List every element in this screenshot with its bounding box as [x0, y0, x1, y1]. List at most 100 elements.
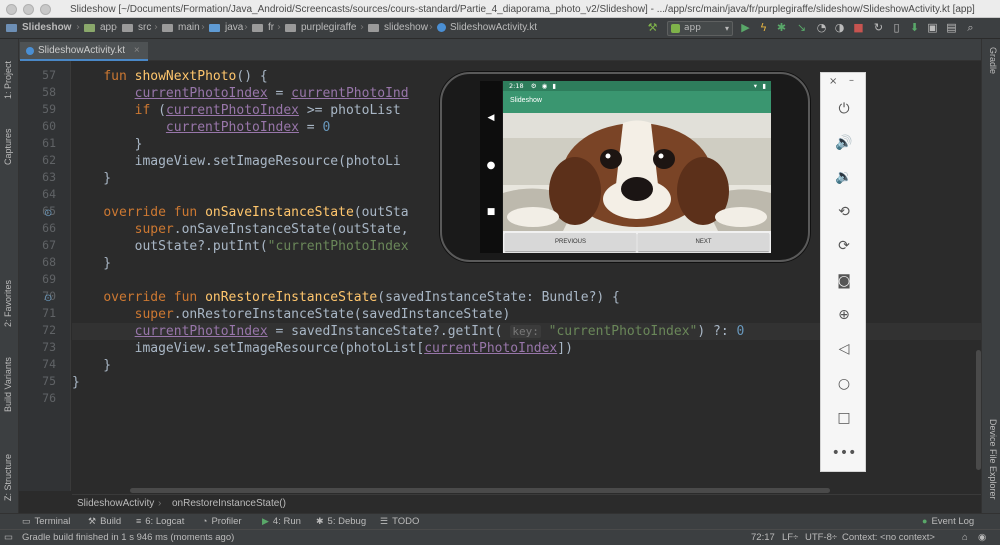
debug-tool-button[interactable]: ✱ 5: Debug: [316, 516, 366, 527]
debug-icon: ✱: [316, 516, 324, 526]
stop-icon[interactable]: ■: [852, 21, 865, 34]
code-line[interactable]: override fun onSaveInstanceState(outSta: [72, 204, 408, 221]
event-log-tool-button[interactable]: ● Event Log: [922, 516, 974, 527]
lock-icon[interactable]: ⌂: [962, 532, 968, 543]
volume-down-icon[interactable]: 🔉: [831, 166, 857, 188]
home-icon[interactable]: ○: [831, 373, 857, 395]
code-line[interactable]: }: [72, 170, 111, 187]
device-file-explorer-tool-button[interactable]: Device File Explorer: [988, 419, 998, 500]
back-icon[interactable]: ◁: [831, 338, 857, 360]
code-line[interactable]: super.onSaveInstanceState(outState,: [72, 221, 409, 238]
nav-crumb-main[interactable]: main: [162, 22, 200, 33]
file-encoding[interactable]: UTF-8÷: [805, 532, 837, 543]
volume-up-icon[interactable]: 🔊: [831, 132, 857, 154]
nav-crumb-slideshow[interactable]: slideshow: [368, 22, 428, 33]
code-line[interactable]: currentPhotoIndex = 0: [72, 119, 330, 136]
code-line[interactable]: super.onRestoreInstanceState(savedInstan…: [72, 306, 511, 323]
project-tool-button[interactable]: 1: Project: [3, 61, 13, 99]
todo-tool-button[interactable]: ☰ TODO: [380, 516, 419, 527]
nav-crumb-file[interactable]: SlideshowActivity.kt: [437, 22, 537, 33]
code-line[interactable]: outState?.putInt("currentPhotoIndex: [72, 238, 409, 255]
captures-tool-button[interactable]: Captures: [3, 128, 13, 165]
screenshot-icon[interactable]: ◙: [831, 270, 857, 292]
right-tool-strip: Gradle Device File Explorer: [981, 39, 1000, 513]
rotate-left-icon[interactable]: ⟲: [831, 201, 857, 223]
debug-icon[interactable]: ✱: [775, 21, 788, 34]
nav-crumb-project[interactable]: Slideshow: [6, 22, 71, 33]
close-tab-icon[interactable]: ×: [134, 45, 140, 56]
status-icon[interactable]: ▭: [4, 532, 13, 543]
code-line[interactable]: }: [72, 136, 143, 153]
tab-slideshowactivity[interactable]: SlideshowActivity.kt ×: [20, 42, 148, 61]
close-emulator-icon[interactable]: ×: [829, 76, 837, 87]
line-number: 66: [42, 221, 56, 235]
code-line[interactable]: imageView.setImageResource(photoLi: [72, 153, 401, 170]
package-icon: [252, 23, 263, 32]
nav-crumb-purplegiraffe[interactable]: purplegiraffe: [285, 22, 356, 33]
sync-gradle-icon[interactable]: ↻: [872, 21, 885, 34]
line-number: 61: [42, 136, 56, 150]
minimize-window-icon[interactable]: [23, 4, 34, 15]
next-button[interactable]: NEXT: [638, 233, 769, 251]
power-icon[interactable]: ⏻: [831, 98, 857, 120]
build-hammer-icon[interactable]: ⚒: [646, 21, 659, 34]
override-marker-icon[interactable]: ⊙: [44, 208, 52, 219]
nav-crumb-fr[interactable]: fr: [252, 22, 274, 33]
avd-manager-icon[interactable]: ▯: [890, 21, 903, 34]
code-line[interactable]: currentPhotoIndex = currentPhotoInd: [72, 85, 409, 102]
code-line[interactable]: imageView.setImageResource(photoList[cur…: [72, 340, 573, 357]
sdk-manager-icon[interactable]: ⬇: [908, 21, 921, 34]
code-line[interactable]: }: [72, 255, 111, 272]
more-options-icon[interactable]: •••: [831, 442, 857, 464]
search-everywhere-icon[interactable]: ⌕: [964, 21, 977, 34]
zoom-icon[interactable]: ⊕: [831, 304, 857, 326]
favorites-tool-button[interactable]: 2: Favorites: [3, 280, 13, 327]
code-token: (savedInstanceState: Bundle?) {: [377, 290, 620, 305]
logcat-tool-button[interactable]: ≡ 6: Logcat: [136, 516, 184, 527]
code-line[interactable]: fun showNextPhoto() {: [72, 68, 267, 85]
breadcrumb-class[interactable]: SlideshowActivity: [77, 498, 154, 509]
close-window-icon[interactable]: [6, 4, 17, 15]
coverage-icon[interactable]: ◑: [833, 21, 846, 34]
nav-crumb-app[interactable]: app: [84, 22, 117, 33]
vertical-scrollbar[interactable]: [976, 350, 981, 470]
structure-tool-button[interactable]: Z: Structure: [3, 454, 13, 501]
line-separator[interactable]: LF÷: [782, 532, 798, 543]
layout-inspector-icon[interactable]: ▣: [926, 21, 939, 34]
code-token: ) ?:: [697, 324, 737, 339]
run-icon[interactable]: ▶: [739, 21, 752, 34]
attach-debugger-icon[interactable]: ↘: [795, 21, 808, 34]
previous-button[interactable]: PREVIOUS: [505, 233, 636, 251]
terminal-tool-button[interactable]: ▭ Terminal: [22, 516, 70, 527]
emulator-screen[interactable]: 2:18 ⚙ ◉ ▮ ▾ ▮ Slideshow PREVIOUS NEXT: [503, 81, 771, 253]
memory-indicator-icon[interactable]: ◉: [978, 532, 986, 543]
code-line[interactable]: override fun onRestoreInstanceState(save…: [72, 289, 620, 306]
recents-nav-icon[interactable]: ■: [485, 207, 497, 217]
nav-crumb-java[interactable]: java: [209, 22, 243, 33]
rotate-right-icon[interactable]: ⟳: [831, 235, 857, 257]
profiler-icon[interactable]: ◔: [815, 21, 828, 34]
gradle-tool-button[interactable]: Gradle: [988, 47, 998, 74]
home-nav-icon[interactable]: ●: [485, 160, 497, 171]
context-indicator[interactable]: Context: <no context>: [842, 532, 935, 543]
device-icon[interactable]: ▤: [945, 21, 958, 34]
profiler-tool-button[interactable]: ◔ Profiler: [202, 516, 242, 527]
zoom-window-icon[interactable]: [40, 4, 51, 15]
override-marker-icon[interactable]: ⊙: [44, 293, 52, 304]
nav-crumb-src[interactable]: src: [122, 22, 151, 33]
code-line[interactable]: }: [72, 357, 111, 374]
build-variants-tool-button[interactable]: Build Variants: [3, 357, 13, 412]
code-line[interactable]: if (currentPhotoIndex >= photoList: [72, 102, 401, 119]
overview-icon[interactable]: □: [831, 407, 857, 429]
back-nav-icon[interactable]: ◀: [485, 113, 497, 123]
run-tool-button[interactable]: ▶ 4: Run: [262, 516, 301, 527]
code-line[interactable]: }: [72, 374, 80, 391]
caret-position[interactable]: 72:17: [751, 532, 775, 543]
horizontal-scrollbar[interactable]: [130, 488, 830, 493]
status-message[interactable]: Gradle build finished in 1 s 946 ms (mom…: [22, 532, 234, 543]
minimize-emulator-icon[interactable]: –: [849, 75, 854, 86]
breadcrumb-method[interactable]: onRestoreInstanceState(): [172, 498, 286, 509]
run-configuration-select[interactable]: app ▾: [667, 21, 733, 36]
build-tool-button[interactable]: ⚒ Build: [88, 516, 121, 527]
apply-changes-icon[interactable]: ϟ: [757, 21, 770, 34]
